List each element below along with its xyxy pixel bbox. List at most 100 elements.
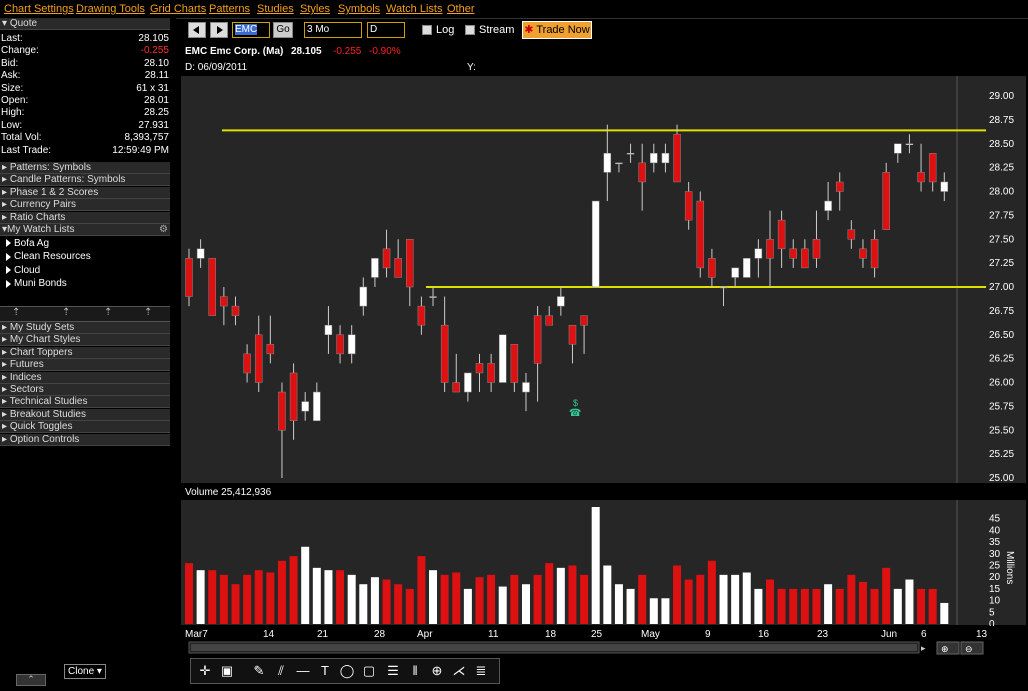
rectangle-icon[interactable]: ▢ — [361, 663, 377, 679]
volume-bar[interactable] — [394, 584, 403, 624]
volume-bar[interactable] — [196, 570, 205, 624]
volume-bar[interactable] — [603, 565, 612, 625]
symbol-input[interactable]: EMC — [232, 22, 270, 38]
resize-arrow-icon[interactable]: ⇡ — [12, 307, 20, 318]
candle[interactable] — [313, 391, 321, 421]
volume-bar[interactable] — [638, 574, 647, 624]
candle[interactable] — [905, 143, 914, 145]
candle[interactable] — [870, 239, 879, 269]
menu-studies[interactable]: Studies — [257, 3, 294, 15]
text-icon[interactable]: T — [317, 663, 333, 679]
volume-bar[interactable] — [591, 507, 600, 624]
interval-select[interactable]: D — [367, 22, 405, 38]
volume-bar[interactable] — [475, 577, 484, 624]
menu-patterns[interactable]: Patterns — [209, 3, 250, 15]
candle[interactable] — [301, 401, 309, 412]
pencil-icon[interactable]: ✎ — [251, 663, 267, 679]
volume-bar[interactable] — [324, 570, 333, 624]
volume-bar[interactable] — [858, 581, 867, 624]
volume-bar[interactable] — [370, 577, 379, 624]
watchlists-header[interactable]: ▾My Watch Lists ⚙ — [0, 224, 170, 236]
select-box-icon[interactable]: ▣ — [219, 663, 235, 679]
section-quick-toggles[interactable]: ▸ Quick Toggles — [0, 421, 170, 434]
candle[interactable] — [452, 382, 461, 393]
resize-arrow-icon[interactable]: ⇡ — [104, 307, 112, 318]
volume-bar[interactable] — [777, 588, 786, 624]
volume-bar[interactable] — [614, 584, 623, 624]
volume-bar[interactable] — [731, 574, 740, 624]
volume-bar[interactable] — [487, 574, 496, 624]
menu-grid-charts[interactable]: Grid Charts — [150, 3, 206, 15]
volume-bar[interactable] — [277, 560, 286, 624]
volume-bar[interactable] — [893, 588, 902, 624]
menu-styles[interactable]: Styles — [300, 3, 330, 15]
section-candle-patterns-symbols[interactable]: ▸ Candle Patterns: Symbols — [0, 174, 170, 187]
volume-bar[interactable] — [498, 586, 507, 624]
volume-bar[interactable] — [289, 556, 298, 624]
volume-bar[interactable] — [382, 579, 391, 624]
candle[interactable] — [568, 324, 577, 345]
volume-bar[interactable] — [359, 584, 368, 624]
volume-bar[interactable] — [661, 598, 670, 624]
volume-bar[interactable] — [312, 567, 321, 624]
volume-bar[interactable] — [347, 574, 356, 624]
candle[interactable] — [371, 258, 379, 278]
candle[interactable] — [475, 363, 484, 374]
menu-symbols[interactable]: Symbols — [338, 3, 380, 15]
candle[interactable] — [754, 248, 763, 259]
candle[interactable] — [824, 200, 832, 211]
volume-bar[interactable] — [882, 567, 891, 624]
section-sectors[interactable]: ▸ Sectors — [0, 384, 170, 396]
candle[interactable] — [382, 248, 391, 269]
candle[interactable] — [719, 286, 728, 289]
candle[interactable] — [254, 334, 263, 383]
resize-arrow-icon[interactable]: ⇡ — [62, 307, 70, 318]
candle[interactable] — [673, 133, 681, 183]
candle[interactable] — [835, 181, 844, 192]
quote-header[interactable]: ▾ Quote — [0, 18, 170, 30]
section-ratio-charts[interactable]: ▸ Ratio Charts — [0, 211, 170, 224]
volume-bar[interactable] — [847, 574, 856, 624]
panel-divider[interactable]: ⇡ ⇡ ⇡ ⇡ — [0, 306, 170, 322]
volume-bar[interactable] — [533, 574, 542, 624]
candle[interactable] — [859, 248, 867, 259]
volume-bar[interactable] — [463, 588, 472, 624]
candle[interactable] — [638, 162, 646, 183]
section-futures[interactable]: ▸ Futures — [0, 359, 170, 372]
volume-bar[interactable] — [626, 588, 635, 624]
candle[interactable] — [347, 334, 356, 355]
channel-icon[interactable]: ≣ — [473, 663, 489, 679]
resize-arrow-icon[interactable]: ⇡ — [144, 307, 152, 318]
crosshair-icon[interactable]: ✛ — [197, 663, 213, 679]
candle[interactable] — [801, 248, 809, 269]
candle[interactable] — [603, 153, 612, 173]
menu-drawing-tools[interactable]: Drawing Tools — [76, 3, 145, 15]
volume-bar[interactable] — [673, 565, 682, 625]
candle[interactable] — [429, 296, 437, 298]
candle[interactable] — [196, 248, 205, 259]
volume-bar[interactable] — [824, 584, 833, 624]
candle[interactable] — [220, 296, 228, 307]
candle[interactable] — [266, 344, 275, 355]
volume-bar[interactable] — [696, 574, 705, 624]
candle[interactable] — [359, 286, 368, 307]
section-my-study-sets[interactable]: ▸ My Study Sets — [0, 322, 170, 334]
ellipse-icon[interactable]: ◯ — [339, 663, 355, 679]
dividend-marker-icon[interactable]: $ — [573, 398, 578, 408]
section-option-controls[interactable]: ▸ Option Controls — [0, 433, 170, 446]
volume-bar[interactable] — [254, 570, 263, 624]
volume-bar[interactable] — [742, 572, 751, 624]
candle[interactable] — [580, 315, 588, 326]
scrollbar-thumb[interactable] — [191, 644, 917, 651]
candle[interactable] — [417, 305, 426, 326]
candle[interactable] — [731, 267, 739, 278]
volume-bar[interactable] — [440, 574, 449, 624]
volume-bar[interactable] — [266, 572, 275, 624]
candle[interactable] — [289, 372, 298, 421]
price-chart[interactable]: EMC Emc Corp. (Ma) 28.105 -0.255 -0.90% D: 0… — [181, 43, 1026, 688]
volume-bar[interactable] — [800, 588, 809, 624]
candle[interactable] — [743, 258, 751, 278]
candle[interactable] — [940, 181, 949, 192]
candle[interactable] — [498, 334, 507, 383]
volume-bar[interactable] — [405, 588, 414, 624]
